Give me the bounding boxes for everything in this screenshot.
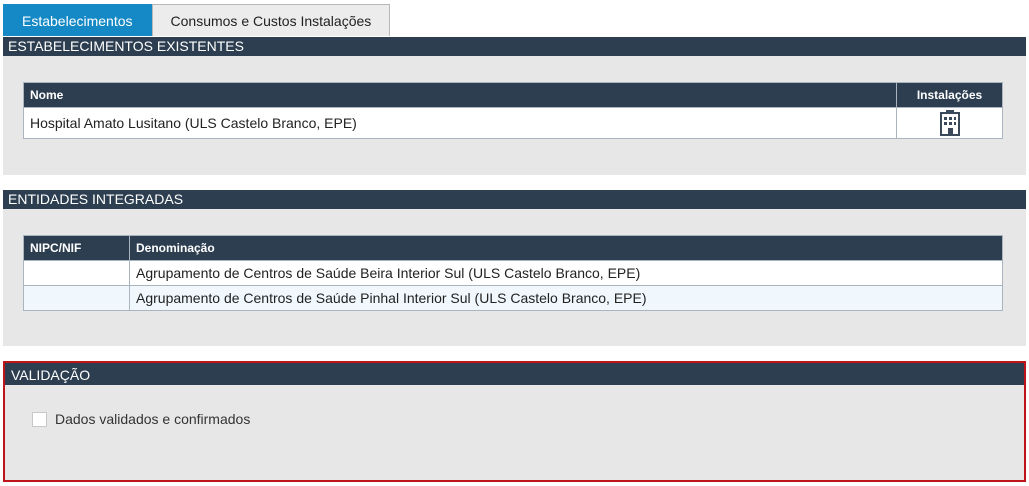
estabelecimentos-panel: ESTABELECIMENTOS EXISTENTES Nome Instala… <box>3 37 1026 175</box>
tab-estabelecimentos[interactable]: Estabelecimentos <box>3 4 152 36</box>
tab-consumos-custos[interactable]: Consumos e Custos Instalações <box>151 4 391 36</box>
checkbox-label[interactable]: Dados validados e confirmados <box>55 411 250 427</box>
nif-cell <box>23 285 130 311</box>
column-header-denominacao[interactable]: Denominação <box>129 235 1003 261</box>
column-header-nif[interactable]: NIPC/NIF <box>23 235 130 261</box>
denominacao-cell: Agrupamento de Centros de Saúde Pinhal I… <box>129 285 1003 311</box>
denominacao-cell: Agrupamento de Centros de Saúde Beira In… <box>129 260 1003 286</box>
entidades-table: NIPC/NIF Denominação Agrupamento de Cent… <box>23 235 1003 311</box>
dados-validados-checkbox[interactable] <box>32 411 47 427</box>
validation-checkbox-row: Dados validados e confirmados <box>32 411 250 427</box>
entidades-header: ENTIDADES INTEGRADAS <box>3 190 1026 209</box>
instalacoes-cell <box>896 107 1003 139</box>
table-row[interactable]: Hospital Amato Lusitano (ULS Castelo Bra… <box>23 107 1003 139</box>
estabelecimentos-header: ESTABELECIMENTOS EXISTENTES <box>3 37 1026 56</box>
validacao-header: VALIDAÇÃO <box>5 363 1024 385</box>
table-row[interactable]: Agrupamento de Centros de Saúde Beira In… <box>23 260 1003 286</box>
building-icon[interactable] <box>903 110 996 136</box>
table-row[interactable]: Agrupamento de Centros de Saúde Pinhal I… <box>23 285 1003 311</box>
estabelecimentos-table: Nome Instalações Hospital Amato Lusitano… <box>23 82 1003 139</box>
validacao-panel: VALIDAÇÃO Dados validados e confirmados <box>3 361 1026 482</box>
entidades-panel: ENTIDADES INTEGRADAS NIPC/NIF Denominaçã… <box>3 190 1026 346</box>
nif-cell <box>23 260 130 286</box>
estabelecimento-nome: Hospital Amato Lusitano (ULS Castelo Bra… <box>23 107 897 139</box>
column-header-instalacoes[interactable]: Instalações <box>896 82 1003 108</box>
tab-bar: Estabelecimentos Consumos e Custos Insta… <box>3 4 391 37</box>
column-header-nome[interactable]: Nome <box>23 82 897 108</box>
